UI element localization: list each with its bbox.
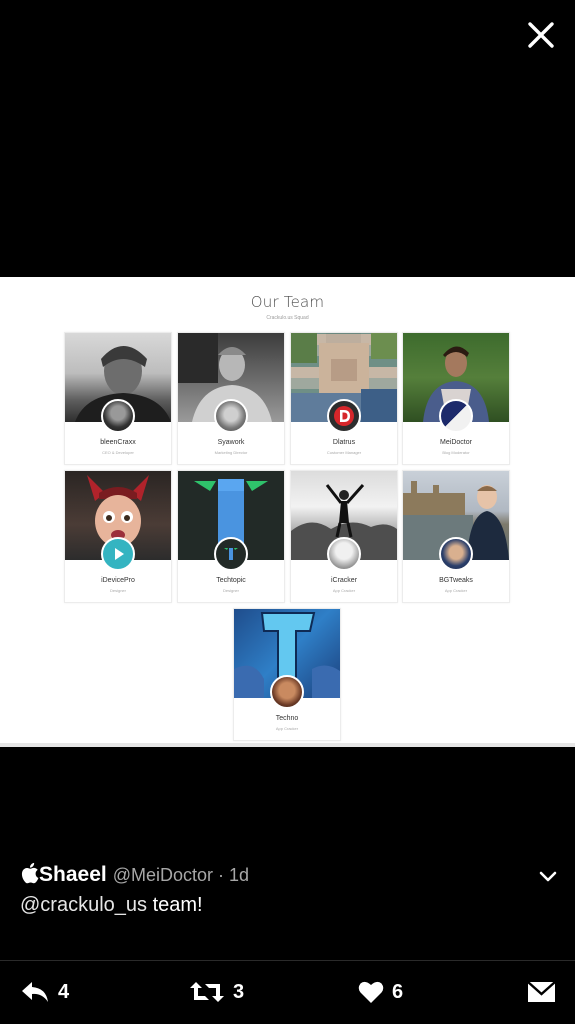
mention-link[interactable]: @crackulo_us [20,894,147,916]
tweet-author[interactable]: Shaeel @MeiDoctor · 1d [20,862,249,887]
team-card: iCracker App Cracker [290,470,398,603]
tweet-image[interactable]: Our Team Crackulo.us Squad bleenCraxx CE… [0,277,575,747]
member-avatar [214,537,248,571]
d-logo-icon [334,406,354,426]
member-role: Blog Moderator [442,450,470,455]
team-card: Techtopic Designer [177,470,285,603]
like-count: 6 [392,980,404,1003]
team-card: Dlatrus Customer Manager [290,332,398,465]
team-card: bleenCraxx CEO & Developer [64,332,172,465]
member-avatar [214,399,248,433]
member-role: App Cracker [444,588,468,593]
slide-title: Our Team [250,293,325,311]
message-button[interactable] [527,977,556,1007]
retweet-button[interactable]: 3 [189,977,244,1007]
slide-subtitle: Crackulo.us Squad [266,315,309,321]
reply-button[interactable]: 4 [20,977,69,1007]
member-avatar [439,537,473,571]
envelope-icon [527,981,556,1002]
member-avatar [101,537,135,571]
member-avatar [439,399,473,433]
member-avatar [327,537,361,571]
member-name: Techtopic [216,577,246,584]
heart-icon [358,981,384,1003]
member-name: Syawork [217,439,245,446]
tweet-options-button[interactable] [539,870,557,882]
author-handle: @MeiDoctor · 1d [112,865,250,885]
t-logo-small-icon [224,548,238,560]
retweet-count: 3 [233,980,245,1003]
team-card: Techno App Cracker [233,608,341,741]
tweet-text: @crackulo_us team! [20,894,203,917]
team-card: iDevicePro Designer [64,470,172,603]
reply-count: 4 [58,980,70,1003]
member-role: Marketing Director [214,450,248,455]
retweet-icon [190,982,224,1002]
member-role: Designer [222,588,239,593]
close-button[interactable] [524,18,558,52]
play-icon [115,548,124,560]
member-name: BGTweaks [439,577,473,584]
member-name: iCracker [330,577,358,584]
chevron-down-icon [539,871,557,882]
action-bar: 4 3 6 [0,960,575,1024]
member-avatar [270,675,304,709]
member-avatar [327,399,361,433]
member-name: Techno [275,715,299,722]
member-role: Customer Manager [326,450,362,455]
close-icon [528,22,554,48]
member-name: Dlatrus [332,439,356,446]
author-name[interactable]: Shaeel [39,863,107,886]
team-card: MeiDoctor Blog Moderator [402,332,510,465]
member-role: App Cracker [275,726,299,731]
tweet-body: team! [147,894,203,916]
member-role: App Cracker [332,588,356,593]
apple-icon [21,862,39,884]
member-avatar [101,399,135,433]
member-name: iDevicePro [101,577,135,584]
member-role: CEO & Developer [102,450,134,455]
team-card: Syawork Marketing Director [177,332,285,465]
member-role: Designer [109,588,126,593]
member-name: bleenCraxx [100,439,136,446]
member-name: MeiDoctor [440,439,472,446]
like-button[interactable]: 6 [358,977,403,1007]
reply-icon [22,982,48,1002]
team-card: BGTweaks App Cracker [402,470,510,603]
